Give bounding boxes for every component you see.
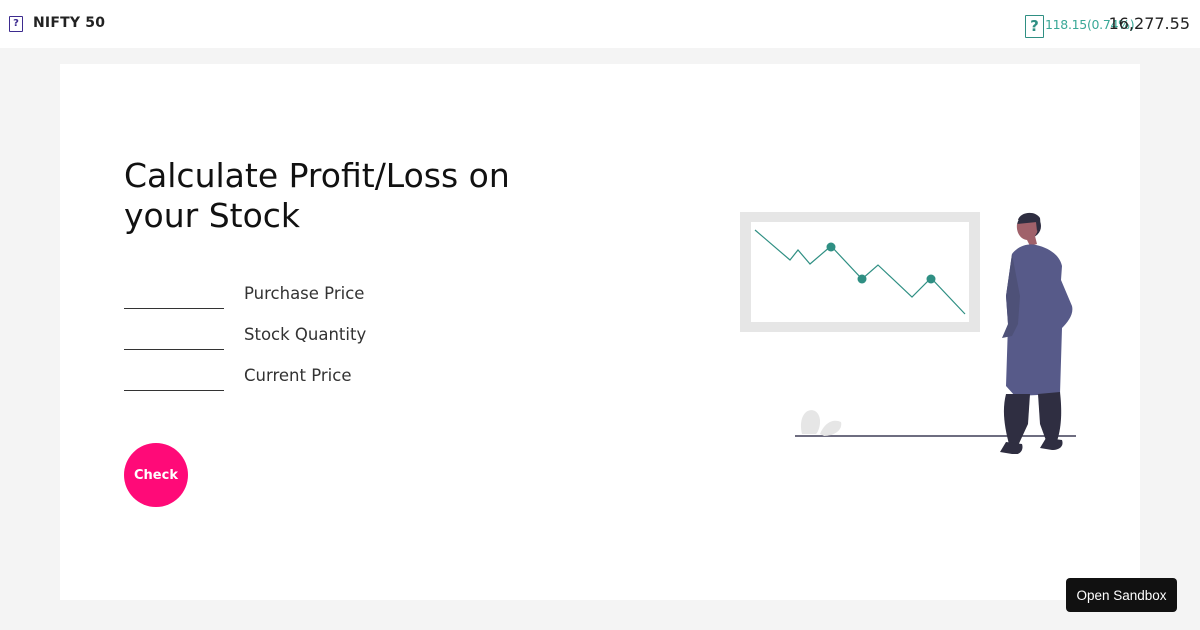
person-shoe [1040,438,1063,450]
person-face [1016,222,1039,246]
person-shoe [1000,442,1023,454]
stock-quantity-label: Stock Quantity [244,325,367,344]
stock-quantity-input[interactable] [124,320,224,350]
open-sandbox-button[interactable]: Open Sandbox [1066,578,1177,612]
chart-point [926,274,936,284]
person-leg [1003,394,1030,450]
index-name: NIFTY 50 [33,15,106,31]
plant-leaf [800,410,821,434]
broken-image-icon: ? [9,16,23,32]
plant-leaf [820,420,842,436]
chart-point [826,242,836,252]
index-value: 16,277.55 [1108,14,1190,33]
broken-image-icon: ? [1025,15,1044,38]
page-title: Calculate Profit/Loss on your Stock [124,156,510,235]
chart-board-screen [751,222,969,322]
person-leg [1038,392,1062,446]
purchase-price-label: Purchase Price [244,284,365,303]
top-bar: ? NIFTY 50 ? 118.15(0.74%) 16,277.55 [0,0,1200,48]
chart-point [857,274,867,284]
current-price-label: Current Price [244,366,352,385]
current-price-input[interactable] [124,361,224,391]
check-button[interactable]: Check [124,443,188,507]
stock-chart-illustration [740,212,1076,454]
calculator-card: Calculate Profit/Loss on your Stock Purc… [60,64,1140,600]
purchase-price-input[interactable] [124,279,224,309]
